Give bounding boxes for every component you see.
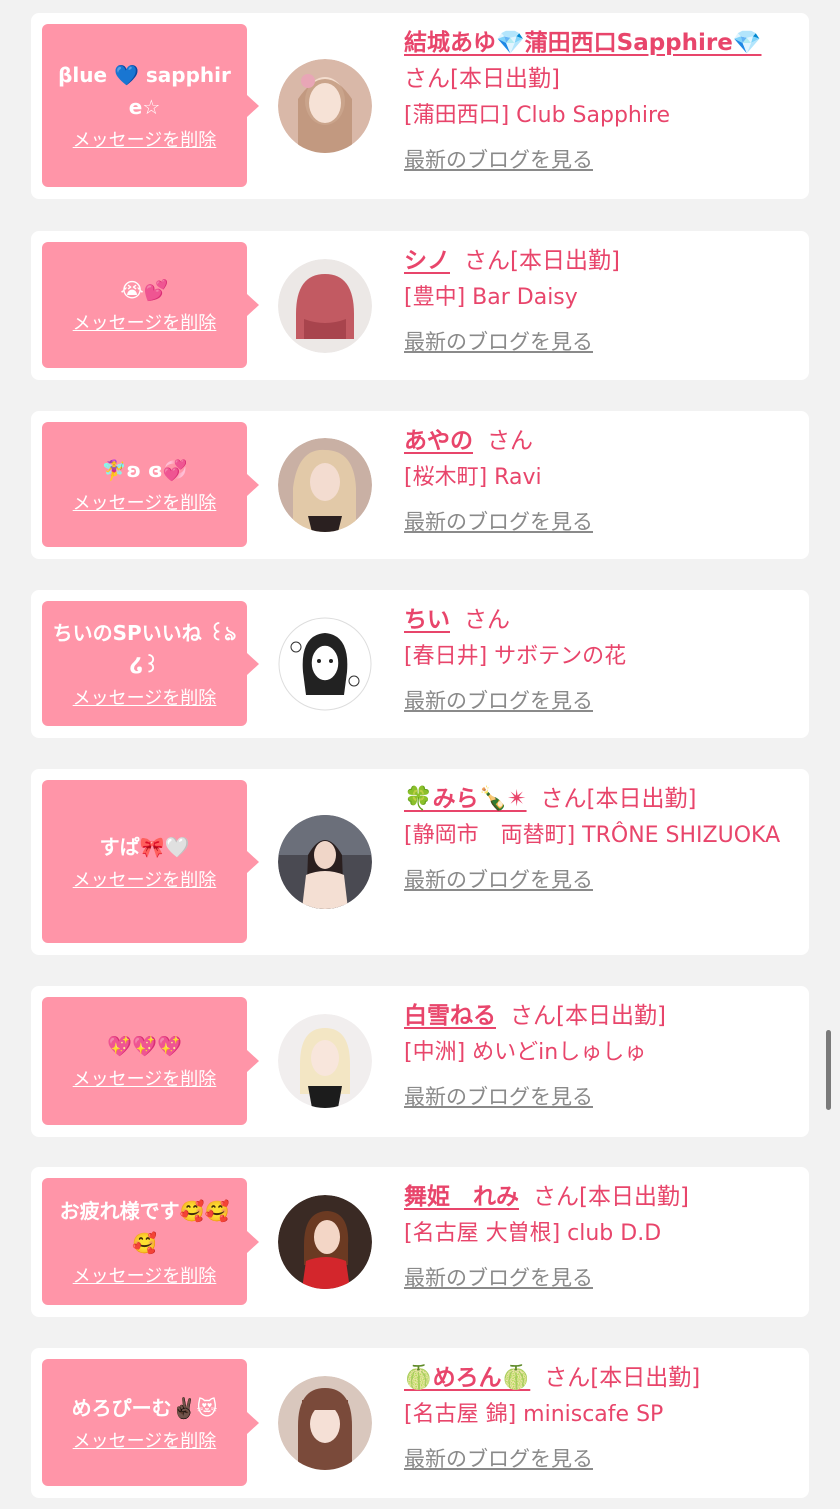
avatar[interactable] (278, 59, 372, 153)
avatar-image (278, 1014, 372, 1108)
message-list: βlue 💙 sapphire☆ メッセージを削除 結城あゆ💎蒲田西口Sapph… (0, 0, 840, 1509)
message-text: 🧚‍♀️ʚ ɞ💞 (101, 457, 188, 482)
shop-label: [春日井] サボテンの花 (404, 644, 627, 669)
message-card: βlue 💙 sapphire☆ メッセージを削除 結城あゆ💎蒲田西口Sapph… (31, 13, 809, 199)
message-text: ちいのSPいいね ꒰ঌ໒꒱ (52, 620, 237, 677)
cast-name-link[interactable]: あやの (404, 428, 473, 454)
cast-info: シノ さん[本日出勤] [豊中] Bar Daisy 最新のブログを見る (404, 243, 799, 357)
cast-name-line: 🍀みら🍾✴︎ さん[本日出勤] (404, 781, 799, 817)
latest-blog-link[interactable]: 最新のブログを見る (404, 1444, 593, 1474)
delete-message-link[interactable]: メッセージを削除 (73, 687, 217, 711)
cast-name-link[interactable]: 🍈めろん🍈 (404, 1365, 530, 1391)
cast-name-line: シノ さん[本日出勤] (404, 243, 799, 279)
vertical-scrollbar[interactable] (826, 1030, 831, 1110)
cast-name-line: ちい さん (404, 602, 799, 638)
message-bubble: 🧚‍♀️ʚ ɞ💞 メッセージを削除 (42, 422, 259, 547)
cast-name-line: 結城あゆ💎蒲田西口Sapphire💎 (404, 25, 799, 61)
cast-suffix: さん[本日出勤] (404, 66, 560, 92)
shop-label: [名古屋 大曽根] club D.D (404, 1221, 662, 1246)
message-text: すぱ🎀🤍 (99, 834, 190, 859)
shop-label: [豊中] Bar Daisy (404, 285, 578, 310)
avatar[interactable] (278, 438, 372, 532)
message-card: 🧚‍♀️ʚ ɞ💞 メッセージを削除 あやの さん [桜木町] Ravi 最新のブロ… (31, 411, 809, 559)
cast-suffix: さん[本日出勤] (544, 1365, 701, 1391)
cast-name-link[interactable]: ちい (404, 607, 450, 633)
latest-blog-link[interactable]: 最新のブログを見る (404, 145, 593, 175)
message-card: 💖💖💖 メッセージを削除 白雪ねる さん[本日出勤] [中洲] めいどinしゅしゅ… (31, 986, 809, 1137)
cast-name-line: 🍈めろん🍈 さん[本日出勤] (404, 1360, 799, 1396)
avatar-image (278, 59, 372, 153)
avatar[interactable] (278, 815, 372, 909)
shop-label: [桜木町] Ravi (404, 465, 542, 490)
cast-info: 白雪ねる さん[本日出勤] [中洲] めいどinしゅしゅ 最新のブログを見る (404, 998, 799, 1112)
delete-message-link[interactable]: メッセージを削除 (73, 1430, 217, 1454)
message-text: βlue 💙 sapphire☆ (58, 62, 231, 119)
shop-label: [中洲] めいどinしゅしゅ (404, 1040, 647, 1065)
cast-name-line: 白雪ねる さん[本日出勤] (404, 998, 799, 1034)
message-card: ちいのSPいいね ꒰ঌ໒꒱ メッセージを削除 ちい さん [春日井] サボテンの花… (31, 590, 809, 738)
cast-info: 🍈めろん🍈 さん[本日出勤] [名古屋 錦] miniscafe SP 最新のブロ… (404, 1360, 799, 1474)
cast-name-link[interactable]: 結城あゆ💎蒲田西口Sapphire💎 (404, 30, 762, 56)
message-card: めろぴーむ✌🏿😻 メッセージを削除 🍈めろん🍈 さん[本日出勤] [名古屋 錦] … (31, 1348, 809, 1498)
avatar[interactable] (278, 1014, 372, 1108)
message-card: 😭💕 メッセージを削除 シノ さん[本日出勤] [豊中] Bar Daisy 最新… (31, 231, 809, 380)
message-bubble: お疲れ様です🥰🥰🥰 メッセージを削除 (42, 1178, 259, 1305)
shop-label: [静岡市 両替町] TRÔNE SHIZUOKA (404, 823, 781, 848)
avatar-image (278, 259, 372, 353)
shop-label: [蒲田西口] Club Sapphire (404, 103, 671, 128)
avatar[interactable] (278, 259, 372, 353)
avatar-image (278, 1376, 372, 1470)
latest-blog-link[interactable]: 最新のブログを見る (404, 1082, 593, 1112)
cast-suffix: さん (487, 428, 533, 454)
delete-message-link[interactable]: メッセージを削除 (73, 129, 217, 153)
cast-name-link[interactable]: 🍀みら🍾✴︎ (404, 786, 527, 812)
shop-label: [名古屋 錦] miniscafe SP (404, 1402, 664, 1427)
cast-info: ちい さん [春日井] サボテンの花 最新のブログを見る (404, 602, 799, 716)
cast-suffix: さん[本日出勤] (540, 786, 697, 812)
message-bubble: βlue 💙 sapphire☆ メッセージを削除 (42, 24, 259, 187)
message-bubble: 💖💖💖 メッセージを削除 (42, 997, 259, 1125)
message-bubble: ちいのSPいいね ꒰ঌ໒꒱ メッセージを削除 (42, 601, 259, 726)
avatar-image (278, 815, 372, 909)
cast-suffix: さん[本日出勤] (533, 1184, 689, 1210)
latest-blog-link[interactable]: 最新のブログを見る (404, 1263, 593, 1293)
message-bubble: すぱ🎀🤍 メッセージを削除 (42, 780, 259, 943)
message-text: めろぴーむ✌🏿😻 (71, 1395, 218, 1420)
message-text: 💖💖💖 (107, 1034, 182, 1058)
cast-info: あやの さん [桜木町] Ravi 最新のブログを見る (404, 423, 799, 537)
cast-suffix: さん[本日出勤] (464, 248, 620, 274)
cast-name-link[interactable]: 舞姫 れみ (404, 1184, 519, 1210)
message-text: お疲れ様です🥰🥰🥰 (59, 1198, 230, 1255)
cast-info: 結城あゆ💎蒲田西口Sapphire💎 さん[本日出勤] [蒲田西口] Club … (404, 25, 799, 175)
cast-suffix: さん[本日出勤] (510, 1003, 666, 1029)
delete-message-link[interactable]: メッセージを削除 (73, 869, 217, 893)
cast-name-link[interactable]: 白雪ねる (404, 1003, 496, 1029)
avatar-image (278, 1195, 372, 1289)
delete-message-link[interactable]: メッセージを削除 (73, 312, 217, 336)
latest-blog-link[interactable]: 最新のブログを見る (404, 507, 593, 537)
cast-suffix: さん (464, 607, 510, 633)
cast-suffix-line: さん[本日出勤] (404, 61, 799, 97)
cast-info: 舞姫 れみ さん[本日出勤] [名古屋 大曽根] club D.D 最新のブログを… (404, 1179, 799, 1293)
latest-blog-link[interactable]: 最新のブログを見る (404, 686, 593, 716)
avatar[interactable] (278, 617, 372, 711)
avatar[interactable] (278, 1376, 372, 1470)
message-card: すぱ🎀🤍 メッセージを削除 🍀みら🍾✴︎ さん[本日出勤] [静岡市 両替町] T… (31, 769, 809, 955)
cast-name-line: あやの さん (404, 423, 799, 459)
cast-info: 🍀みら🍾✴︎ さん[本日出勤] [静岡市 両替町] TRÔNE SHIZUOKA … (404, 781, 799, 895)
delete-message-link[interactable]: メッセージを削除 (73, 1265, 217, 1289)
latest-blog-link[interactable]: 最新のブログを見る (404, 327, 593, 357)
delete-message-link[interactable]: メッセージを削除 (73, 1068, 217, 1092)
avatar-image (278, 438, 372, 532)
message-card: お疲れ様です🥰🥰🥰 メッセージを削除 舞姫 れみ さん[本日出勤] [名古屋 大曽… (31, 1167, 809, 1317)
cast-name-link[interactable]: シノ (404, 248, 450, 274)
message-text: 😭💕 (120, 278, 169, 302)
latest-blog-link[interactable]: 最新のブログを見る (404, 865, 593, 895)
delete-message-link[interactable]: メッセージを削除 (73, 492, 217, 516)
message-bubble: 😭💕 メッセージを削除 (42, 242, 259, 368)
avatar[interactable] (278, 1195, 372, 1289)
message-bubble: めろぴーむ✌🏿😻 メッセージを削除 (42, 1359, 259, 1486)
cast-name-line: 舞姫 れみ さん[本日出勤] (404, 1179, 799, 1215)
avatar-image (278, 617, 372, 711)
